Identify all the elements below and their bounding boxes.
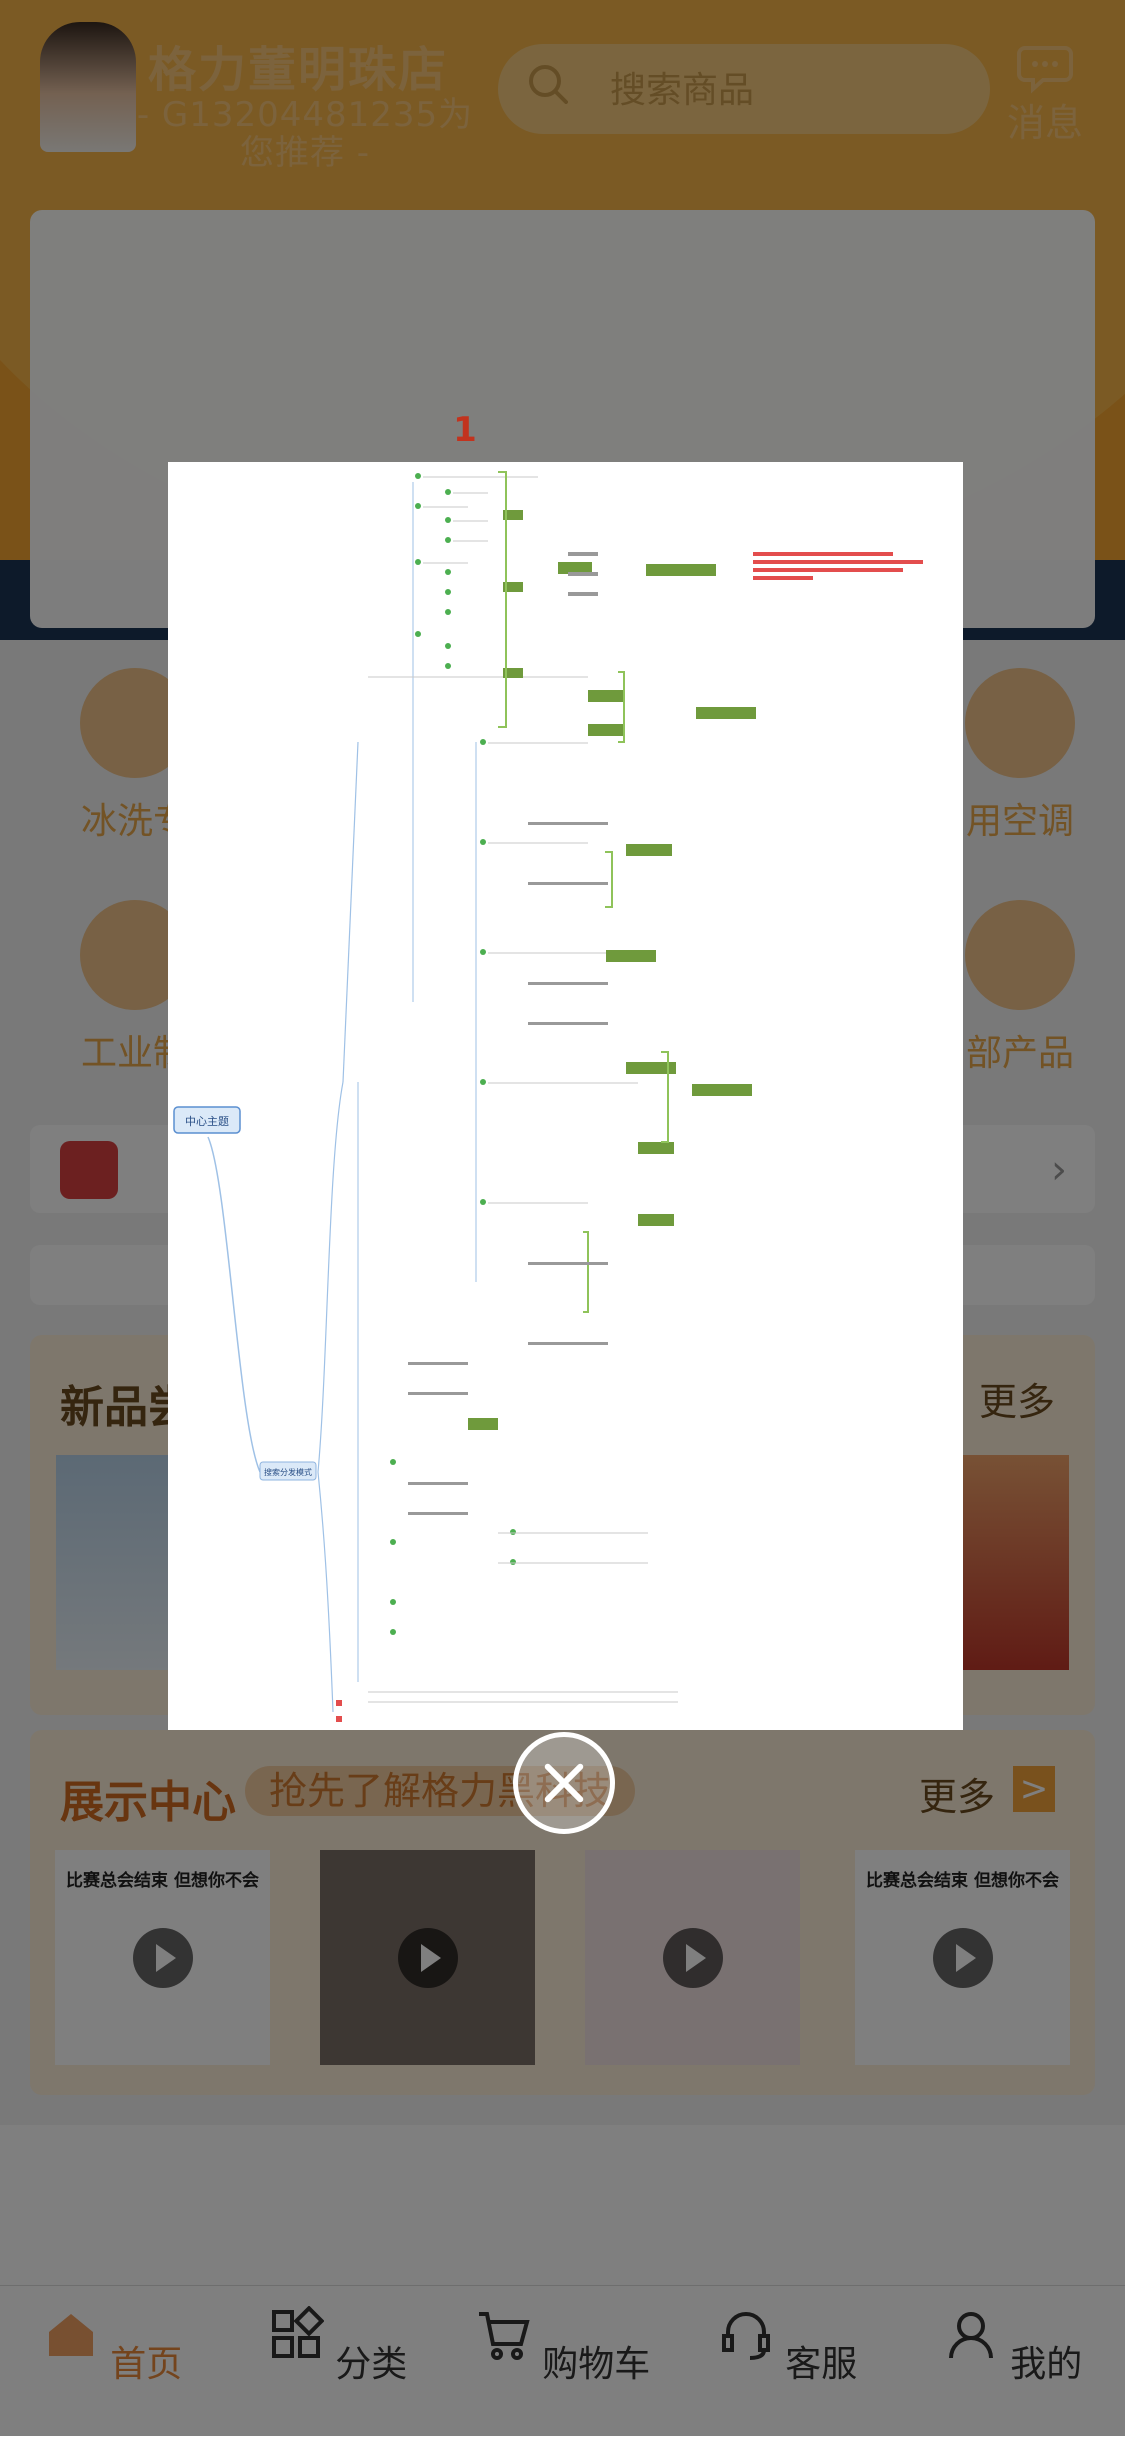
mindmap-root-label: 中心主题 bbox=[185, 1115, 229, 1128]
mindmap-diagram: 中心主题 搜索分发模式 bbox=[173, 471, 923, 1722]
close-icon[interactable] bbox=[513, 1732, 615, 1834]
mindmap-branch-label: 搜索分发模式 bbox=[264, 1467, 312, 1477]
mindmap-image[interactable]: 中心主题 搜索分发模式 bbox=[168, 462, 963, 1730]
page-number: 1 bbox=[453, 410, 477, 450]
